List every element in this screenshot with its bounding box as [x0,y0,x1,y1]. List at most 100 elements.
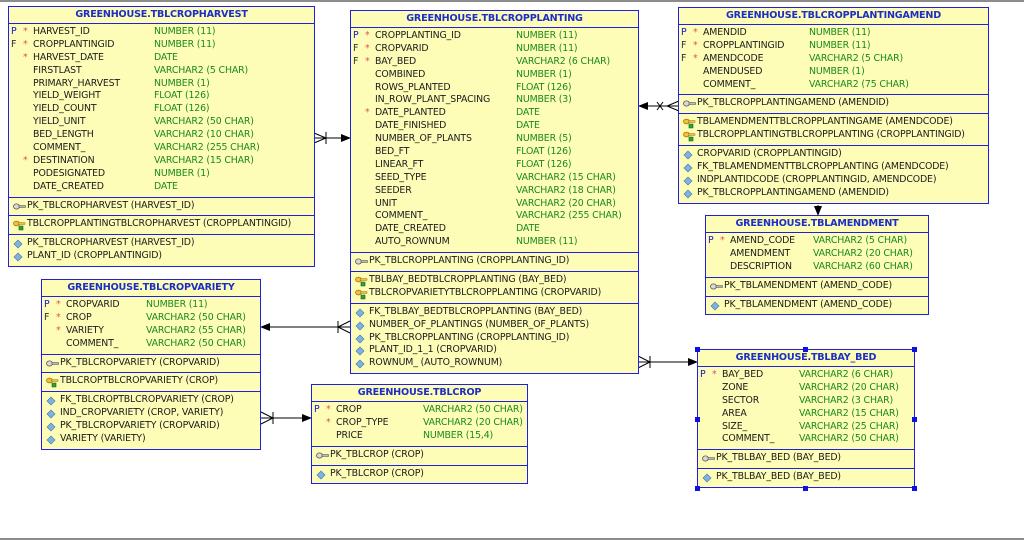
column-row[interactable]: F * AMENDCODE VARCHAR2 (5 CHAR) [679,53,988,66]
column-row[interactable]: SECTOR VARCHAR2 (3 CHAR) [698,395,914,408]
constraint-row[interactable]: TBLCROPTBLCROPVARIETY (CROP) [42,375,260,388]
column-row[interactable]: P * CROP VARCHAR2 (50 CHAR) [312,404,527,417]
rel-cropplanting-baybed[interactable] [637,355,698,369]
constraint-row[interactable]: PK_TBLAMENDMENT (AMEND_CODE) [706,299,928,312]
resize-handle-s[interactable] [803,486,808,491]
constraint-row[interactable]: PK_TBLCROP (CROP) [312,468,527,481]
column-row[interactable]: SEED_TYPE VARCHAR2 (15 CHAR) [351,172,638,185]
column-row[interactable]: COMMENT_ VARCHAR2 (255 CHAR) [351,210,638,223]
constraint-row[interactable]: PK_TBLCROPHARVEST (HARVEST_ID) [9,200,314,213]
column-row[interactable]: SEEDER VARCHAR2 (18 CHAR) [351,185,638,198]
column-row[interactable]: YIELD_UNIT VARCHAR2 (50 CHAR) [9,116,314,129]
column-row[interactable]: * DATE_PLANTED DATE [351,107,638,120]
column-row[interactable]: DATE_CREATED DATE [351,223,638,236]
resize-handle-e[interactable] [912,417,917,422]
constraint-row[interactable]: PK_TBLCROPPLANTING (CROPPLANTING_ID) [351,332,638,345]
column-row[interactable]: COMMENT_ VARCHAR2 (50 CHAR) [42,338,260,351]
constraint-row[interactable]: ROWNUM_ (AUTO_ROWNUM) [351,357,638,370]
constraint-row[interactable]: TBLCROPPLANTINGTBLCROPHARVEST (CROPPLANT… [9,218,314,231]
rel-cropplanting-cropvariety[interactable] [260,320,351,334]
constraint-row[interactable]: VARIETY (VARIETY) [42,433,260,446]
column-row[interactable]: YIELD_COUNT FLOAT (126) [9,103,314,116]
constraint-row[interactable]: CROPVARID (CROPPLANTINGID) [679,148,988,161]
column-row[interactable]: SIZE_ VARCHAR2 (25 CHAR) [698,421,914,434]
column-row[interactable]: PRIMARY_HARVEST NUMBER (1) [9,78,314,91]
column-row[interactable]: * HARVEST_DATE DATE [9,52,314,65]
table-tblcropvariety[interactable]: GREENHOUSE.TBLCROPVARIETY P * CROPVARID NUMB… [41,279,261,450]
column-row[interactable]: AMENDUSED NUMBER (1) [679,66,988,79]
column-row[interactable]: DESCRIPTION VARCHAR2 (60 CHAR) [706,261,928,274]
column-row[interactable]: COMMENT_ VARCHAR2 (255 CHAR) [9,142,314,155]
column-row[interactable]: FIRSTLAST VARCHAR2 (5 CHAR) [9,65,314,78]
rel-cropharvest-cropplanting[interactable] [313,132,351,144]
constraint-row[interactable]: PK_TBLBAY_BED (BAY_BED) [698,471,914,484]
constraint-row[interactable]: PK_TBLCROPPLANTING (CROPPLANTING_ID) [351,255,638,268]
column-row[interactable]: COMBINED NUMBER (1) [351,69,638,82]
constraint-row[interactable]: PK_TBLCROPVARIETY (CROPVARID) [42,420,260,433]
column-row[interactable]: AMENDMENT VARCHAR2 (20 CHAR) [706,248,928,261]
constraint-row[interactable]: PK_TBLCROPPLANTINGAMEND (AMENDID) [679,97,988,110]
column-row[interactable]: ROWS_PLANTED FLOAT (126) [351,82,638,95]
column-row[interactable]: PODESIGNATED NUMBER (1) [9,168,314,181]
column-row[interactable]: LINEAR_FT FLOAT (126) [351,159,638,172]
rel-cropvariety-crop[interactable] [260,411,312,425]
resize-handle-w[interactable] [695,417,700,422]
constraint-row[interactable]: PLANT_ID_1_1 (CROPVARID) [351,344,638,357]
constraint-row[interactable]: TBLCROPVARIETYTBLCROPPLANTING (CROPVARID… [351,287,638,300]
resize-handle-sw[interactable] [695,486,700,491]
resize-handle-se[interactable] [912,486,917,491]
constraint-row[interactable]: TBLCROPPLANTINGTBLCROPPLANTING (CROPPLAN… [679,129,988,142]
table-tblcropplantingamend[interactable]: GREENHOUSE.TBLCROPPLANTINGAMEND P * AMENDID… [678,7,989,204]
column-row[interactable]: F * CROPPLANTINGID NUMBER (11) [679,40,988,53]
constraint-row[interactable]: PK_TBLCROPPLANTINGAMEND (AMENDID) [679,187,988,200]
constraint-row[interactable]: PLANT_ID (CROPPLANTINGID) [9,250,314,263]
rel-cropplantingamend-cropplanting[interactable] [638,100,680,112]
constraint-row[interactable]: PK_TBLBAY_BED (BAY_BED) [698,452,914,465]
column-row[interactable]: * CROP_TYPE VARCHAR2 (20 CHAR) [312,417,527,430]
column-row[interactable]: P * AMEND_CODE VARCHAR2 (5 CHAR) [706,235,928,248]
resize-handle-nw[interactable] [695,347,700,352]
table-tblcropplanting[interactable]: GREENHOUSE.TBLCROPPLANTING P * CROPPLANTING… [350,10,639,375]
table-tblamendment[interactable]: GREENHOUSE.TBLAMENDMENT P * AMEND_CODE VARCH… [705,215,929,316]
column-row[interactable]: COMMENT_ VARCHAR2 (75 CHAR) [679,79,988,92]
column-row[interactable]: P * HARVEST_ID NUMBER (11) [9,26,314,39]
column-row[interactable]: UNIT VARCHAR2 (20 CHAR) [351,198,638,211]
column-row[interactable]: P * CROPVARID NUMBER (11) [42,299,260,312]
column-row[interactable]: F * CROPVARID NUMBER (11) [351,43,638,56]
constraint-row[interactable]: PK_TBLCROP (CROP) [312,449,527,462]
constraint-row[interactable]: PK_TBLCROPVARIETY (CROPVARID) [42,357,260,370]
resize-handle-ne[interactable] [912,347,917,352]
table-tblcropharvest[interactable]: GREENHOUSE.TBLCROPHARVEST P * HARVEST_ID NUM… [8,6,315,268]
column-row[interactable]: BED_FT FLOAT (126) [351,146,638,159]
column-row[interactable]: AUTO_ROWNUM NUMBER (11) [351,236,638,249]
column-row[interactable]: F * BAY_BED VARCHAR2 (6 CHAR) [351,56,638,69]
column-row[interactable]: * DESTINATION VARCHAR2 (15 CHAR) [9,155,314,168]
column-row[interactable]: F * CROPPLANTINGID NUMBER (11) [9,39,314,52]
column-row[interactable]: PRICE NUMBER (15,4) [312,430,527,443]
column-row[interactable]: DATE_FINISHED DATE [351,120,638,133]
column-row[interactable]: COMMENT_ VARCHAR2 (50 CHAR) [698,433,914,446]
column-row[interactable]: AREA VARCHAR2 (15 CHAR) [698,408,914,421]
table-tblbay-bed[interactable]: GREENHOUSE.TBLBAY_BED P * BAY_BED VARCHAR2 (… [697,349,915,489]
column-row[interactable]: IN_ROW_PLANT_SPACING NUMBER (3) [351,94,638,107]
column-row[interactable]: P * AMENDID NUMBER (11) [679,27,988,40]
constraint-row[interactable]: PK_TBLAMENDMENT (AMEND_CODE) [706,280,928,293]
constraint-row[interactable]: IND_CROPVARIETY (CROP, VARIETY) [42,407,260,420]
resize-handle-n[interactable] [803,347,808,352]
constraint-row[interactable]: FK_TBLAMENDMENTTBLCROPPLANTING (AMENDCOD… [679,161,988,174]
constraint-row[interactable]: FK_TBLCROPTBLCROPVARIETY (CROP) [42,394,260,407]
constraint-row[interactable]: TBLBAY_BEDTBLCROPPLANTING (BAY_BED) [351,274,638,287]
table-tblcrop[interactable]: GREENHOUSE.TBLCROP P * CROP VARCHAR2 (50 CHA… [311,384,528,485]
constraint-row[interactable]: FK_TBLBAY_BEDTBLCROPPLANTING (BAY_BED) [351,306,638,319]
column-row[interactable]: F * CROP VARCHAR2 (50 CHAR) [42,312,260,325]
column-row[interactable]: NUMBER_OF_PLANTS NUMBER (5) [351,133,638,146]
column-row[interactable]: P * CROPPLANTING_ID NUMBER (11) [351,30,638,43]
column-row[interactable]: YIELD_WEIGHT FLOAT (126) [9,90,314,103]
column-row[interactable]: BED_LENGTH VARCHAR2 (10 CHAR) [9,129,314,142]
constraint-row[interactable]: PK_TBLCROPHARVEST (HARVEST_ID) [9,237,314,250]
column-row[interactable]: * VARIETY VARCHAR2 (55 CHAR) [42,325,260,338]
constraint-row[interactable]: TBLAMENDMENTTBLCROPPLANTINGAME (AMENDCOD… [679,116,988,129]
column-row[interactable]: P * BAY_BED VARCHAR2 (6 CHAR) [698,369,914,382]
constraint-row[interactable]: INDPLANTIDCODE (CROPPLANTINGID, AMENDCOD… [679,174,988,187]
constraint-row[interactable]: NUMBER_OF_PLANTINGS (NUMBER_OF_PLANTS) [351,319,638,332]
